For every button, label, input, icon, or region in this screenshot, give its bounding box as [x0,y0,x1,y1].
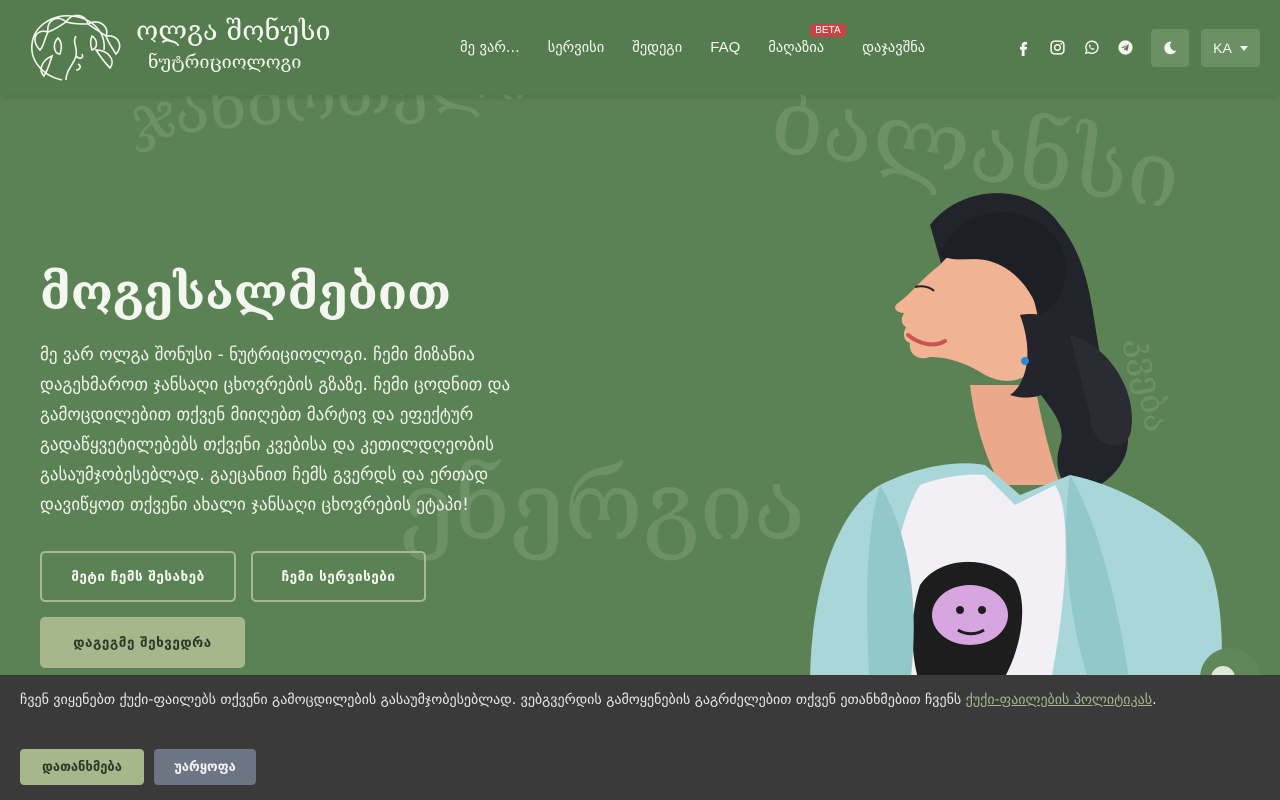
nav-shop[interactable]: მაღაზია BETA [768,24,846,60]
logo-subtitle: ნუტრიციოლოგი [148,52,302,73]
cookie-decline-button[interactable]: უარყოფა [154,749,256,785]
about-me-button[interactable]: მეტი ჩემს შესახებ [40,551,236,602]
hero-title: მოგესალმებით [40,265,452,321]
cookie-text-end: . [1152,692,1157,708]
nav-shop-label: მაღაზია [768,40,825,56]
caret-down-icon [1239,45,1248,51]
whatsapp-icon[interactable] [1082,36,1100,58]
nav-about[interactable]: მე ვარ... [460,36,520,60]
logo[interactable]: ოლგა შონუსი ნუტრიციოლოგი [22,10,331,84]
telegram-icon[interactable] [1116,36,1134,58]
cookie-policy-link[interactable]: ქუქი-ფაილების პოლიტიკას [966,692,1152,708]
theme-toggle-button[interactable] [1151,29,1189,67]
nav-services[interactable]: სერვისი [548,36,605,60]
my-services-button[interactable]: ჩემი სერვისები [251,551,426,602]
cookie-text: ჩვენ ვიყენებთ ქუქი-ფაილებს თქვენი გამოცდ… [20,692,966,708]
woman-leaves-logo-icon [31,14,121,81]
nutritionist-portrait [810,193,1222,685]
cookie-message: ჩვენ ვიყენებთ ქუქი-ფაილებს თქვენი გამოცდ… [20,689,1220,711]
moon-icon [1164,41,1177,55]
book-meeting-button[interactable]: დაგეგმე შეხვედრა [40,617,245,668]
main-nav: მე ვარ... სერვისი შედეგი FAQ მაღაზია BET… [460,24,953,61]
language-select[interactable]: KA [1201,29,1260,67]
cookie-banner: ჩვენ ვიყენებთ ქუქი-ფაილებს თქვენი გამოცდ… [0,675,1280,800]
facebook-icon[interactable] [1014,36,1032,58]
language-value: KA [1213,40,1232,56]
nav-booking[interactable]: დაჯავშნა [862,36,925,60]
nav-results[interactable]: შედეგი [632,36,682,60]
site-header: ოლგა შონუსი ნუტრიციოლოგი მე ვარ... სერვი… [0,0,1280,95]
social-links [1014,36,1150,58]
nav-faq[interactable]: FAQ [710,36,740,60]
hero-description: მე ვარ ოლგა შონუსი - ნუტრიციოლოგი. ჩემი … [40,345,511,515]
cookie-accept-button[interactable]: დათანხმება [20,749,144,785]
instagram-icon[interactable] [1048,36,1066,58]
logo-name: ოლგა შონუსი [136,16,331,47]
beta-badge: BETA [810,24,846,37]
